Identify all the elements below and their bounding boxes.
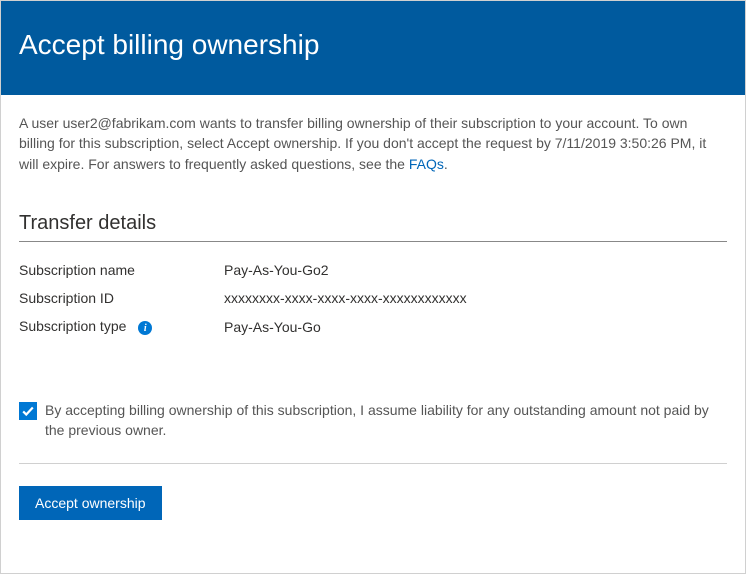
subscription-name-label: Subscription name <box>19 256 224 284</box>
consent-text: By accepting billing ownership of this s… <box>45 401 727 440</box>
subscription-type-label: Subscription type i <box>19 312 224 342</box>
intro-before: A user user2@fabrikam.com wants to trans… <box>19 115 706 172</box>
page-header: Accept billing ownership <box>1 1 745 95</box>
table-row: Subscription name Pay-As-You-Go2 <box>19 256 727 284</box>
check-icon <box>21 404 35 418</box>
subscription-type-value: Pay-As-You-Go <box>224 312 727 342</box>
label-text: Subscription ID <box>19 290 114 306</box>
info-icon[interactable]: i <box>138 321 152 335</box>
faqs-link[interactable]: FAQs <box>409 156 444 172</box>
transfer-details-table: Subscription name Pay-As-You-Go2 Subscri… <box>19 256 727 342</box>
label-text: Subscription name <box>19 262 135 278</box>
consent-row: By accepting billing ownership of this s… <box>19 401 727 463</box>
subscription-id-value: xxxxxxxx-xxxx-xxxx-xxxx-xxxxxxxxxxxx <box>224 284 727 312</box>
table-row: Subscription type i Pay-As-You-Go <box>19 312 727 342</box>
transfer-details-heading: Transfer details <box>19 212 727 242</box>
intro-text: A user user2@fabrikam.com wants to trans… <box>19 113 727 174</box>
table-row: Subscription ID xxxxxxxx-xxxx-xxxx-xxxx-… <box>19 284 727 312</box>
content-area: A user user2@fabrikam.com wants to trans… <box>1 95 745 538</box>
subscription-name-value: Pay-As-You-Go2 <box>224 256 727 284</box>
accept-ownership-button[interactable]: Accept ownership <box>19 486 162 520</box>
subscription-id-label: Subscription ID <box>19 284 224 312</box>
page-title: Accept billing ownership <box>19 29 727 61</box>
consent-checkbox[interactable] <box>19 402 37 420</box>
intro-after: . <box>444 156 448 172</box>
label-text: Subscription type <box>19 318 126 334</box>
